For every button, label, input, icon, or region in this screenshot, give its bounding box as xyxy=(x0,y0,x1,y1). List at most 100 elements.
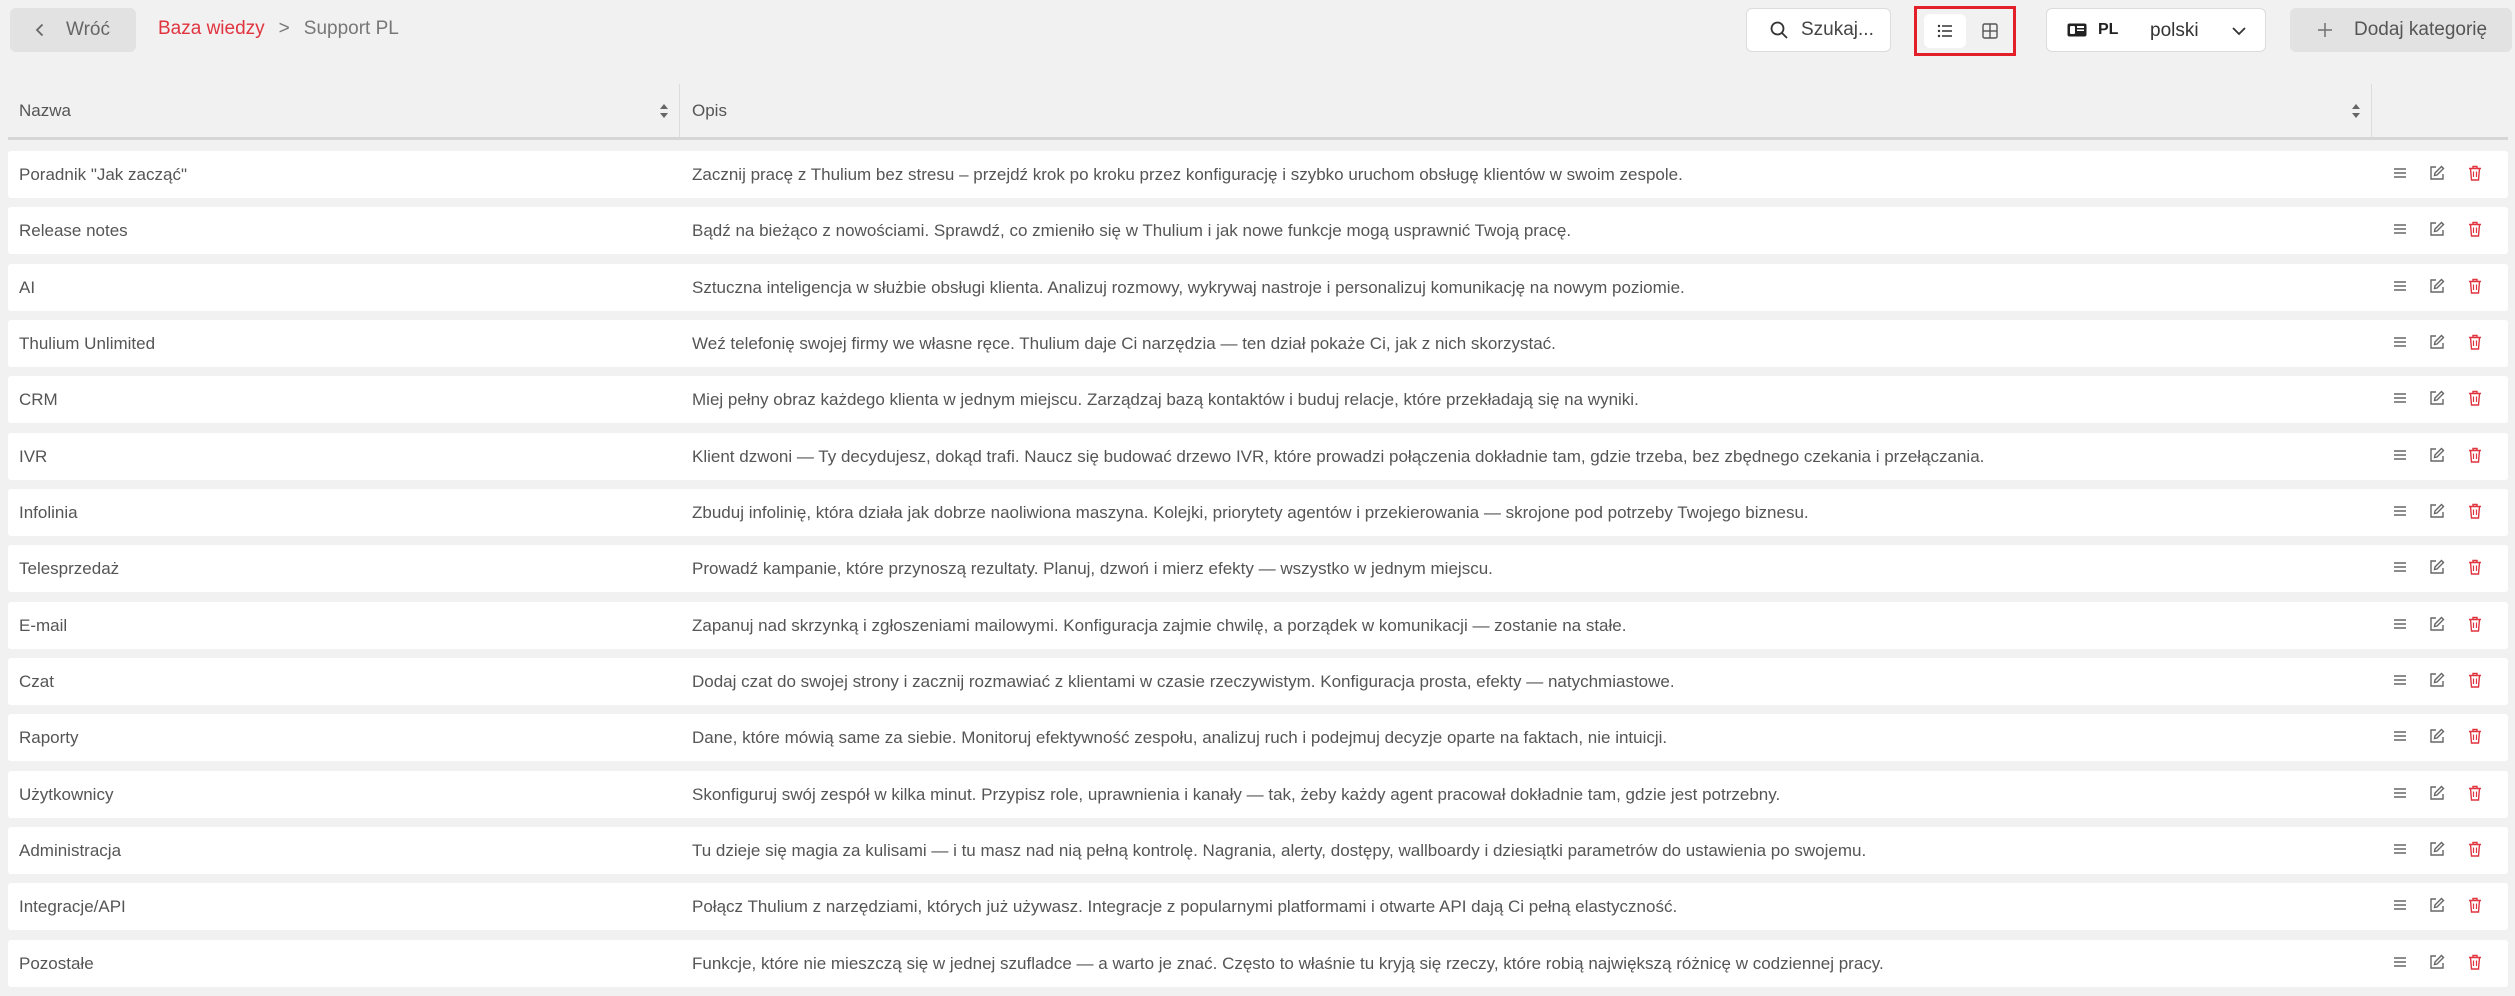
column-header-actions xyxy=(2372,84,2508,137)
trash-icon xyxy=(2469,503,2481,519)
table-row[interactable]: Infolinia Zbuduj infolinię, która działa … xyxy=(8,489,2508,537)
drag-handle[interactable] xyxy=(2391,896,2411,916)
edit-button[interactable] xyxy=(2428,953,2448,973)
edit-icon xyxy=(2430,503,2445,518)
category-description: Funkcje, które nie mieszczą się w jednej… xyxy=(692,953,1884,973)
drag-handle[interactable] xyxy=(2391,389,2411,409)
trash-icon xyxy=(2469,841,2481,857)
delete-button[interactable] xyxy=(2466,277,2486,297)
drag-handle-icon xyxy=(2394,957,2406,967)
column-header-name[interactable]: Nazwa xyxy=(8,84,680,137)
delete-button[interactable] xyxy=(2466,558,2486,578)
drag-handle[interactable] xyxy=(2391,502,2411,522)
drag-handle[interactable] xyxy=(2391,615,2411,635)
drag-handle-icon xyxy=(2394,562,2406,573)
edit-button[interactable] xyxy=(2428,164,2448,184)
delete-button[interactable] xyxy=(2466,727,2486,747)
category-name: Pozostałe xyxy=(19,953,94,973)
edit-button[interactable] xyxy=(2428,333,2448,353)
table-row[interactable]: Poradnik "Jak zacząć" Zacznij pracę z Thu… xyxy=(8,151,2508,198)
table-row[interactable]: Raporty Dane, które mówią same za siebie.… xyxy=(8,714,2508,762)
edit-button[interactable] xyxy=(2428,558,2448,578)
category-description: Zapanuj nad skrzynką i zgłoszeniami mail… xyxy=(692,615,1627,635)
sort-icon[interactable] xyxy=(659,102,669,120)
table-row[interactable]: Czat Dodaj czat do swojej strony i zaczni… xyxy=(8,658,2508,706)
delete-button[interactable] xyxy=(2466,502,2486,522)
add-category-button[interactable]: Dodaj kategorię xyxy=(2290,8,2512,52)
category-description: Połącz Thulium z narzędziami, których ju… xyxy=(692,897,1678,917)
language-select[interactable]: PL polski xyxy=(2046,8,2266,52)
table-row[interactable]: E-mail Zapanuj nad skrzynką i zgłoszeniam… xyxy=(8,601,2508,649)
language-name: polski xyxy=(2150,20,2199,41)
table-row[interactable]: Release notes Bądź na bieżąco z nowościam… xyxy=(8,207,2508,255)
table-row[interactable]: Użytkownicy Skonfiguruj swój zespół w kil… xyxy=(8,770,2508,818)
breadcrumb: Baza wiedzy > Support PL xyxy=(158,18,399,40)
delete-button[interactable] xyxy=(2466,220,2486,240)
edit-button[interactable] xyxy=(2428,220,2448,240)
edit-button[interactable] xyxy=(2428,727,2448,747)
delete-button[interactable] xyxy=(2466,389,2486,409)
grid-view-button[interactable] xyxy=(1969,14,2011,48)
delete-button[interactable] xyxy=(2466,333,2486,353)
table-row[interactable]: AI Sztuczna inteligencja w służbie obsług… xyxy=(8,263,2508,311)
category-name: Poradnik "Jak zacząć" xyxy=(19,165,187,184)
delete-button[interactable] xyxy=(2466,896,2486,916)
drag-handle[interactable] xyxy=(2391,784,2411,804)
delete-button[interactable] xyxy=(2466,784,2486,804)
delete-button[interactable] xyxy=(2466,671,2486,691)
column-header-description[interactable]: Opis xyxy=(680,84,2372,137)
edit-icon xyxy=(2430,165,2445,180)
edit-icon xyxy=(2430,221,2445,237)
delete-button[interactable] xyxy=(2466,953,2486,973)
drag-handle[interactable] xyxy=(2391,558,2411,578)
category-name: Czat xyxy=(19,672,54,692)
edit-button[interactable] xyxy=(2428,784,2448,804)
delete-button[interactable] xyxy=(2466,840,2486,860)
drag-handle[interactable] xyxy=(2391,333,2411,353)
drag-handle-icon xyxy=(2394,788,2406,798)
table-row[interactable]: Administracja Tu dzieje się magia za kuli… xyxy=(8,827,2508,875)
edit-icon xyxy=(2430,728,2445,744)
drag-handle-icon xyxy=(2394,506,2406,516)
sort-icon[interactable] xyxy=(2351,102,2361,120)
table-row[interactable]: Pozostałe Funkcje, które nie mieszczą się… xyxy=(8,939,2508,987)
trash-icon xyxy=(2469,898,2481,914)
trash-icon xyxy=(2469,334,2481,350)
trash-icon xyxy=(2469,560,2481,576)
edit-button[interactable] xyxy=(2428,615,2448,635)
drag-handle[interactable] xyxy=(2391,446,2411,466)
list-view-button[interactable] xyxy=(1924,14,1966,48)
edit-button[interactable] xyxy=(2428,671,2448,691)
edit-button[interactable] xyxy=(2428,502,2448,522)
edit-button[interactable] xyxy=(2428,446,2448,466)
delete-button[interactable] xyxy=(2466,164,2486,184)
back-button[interactable]: Wróć xyxy=(10,8,136,52)
edit-button[interactable] xyxy=(2428,389,2448,409)
delete-button[interactable] xyxy=(2466,615,2486,635)
drag-handle-icon xyxy=(2394,280,2406,291)
breadcrumb-root-link[interactable]: Baza wiedzy xyxy=(158,18,265,40)
drag-handle[interactable] xyxy=(2391,277,2411,297)
drag-handle[interactable] xyxy=(2391,840,2411,860)
drag-handle[interactable] xyxy=(2391,727,2411,747)
edit-button[interactable] xyxy=(2428,277,2448,297)
search-button[interactable]: Szukaj... xyxy=(1746,8,1891,52)
table-row[interactable]: Telesprzedaż Prowadź kampanie, które przy… xyxy=(8,545,2508,593)
table-row[interactable]: IVR Klient dzwoni — Ty decydujesz, dokąd … xyxy=(8,432,2508,480)
drag-handle-icon xyxy=(2394,900,2406,911)
edit-button[interactable] xyxy=(2428,840,2448,860)
category-name: Telesprzedaż xyxy=(19,559,120,579)
table-row[interactable]: Thulium Unlimited Weź telefonię swojej fi… xyxy=(8,320,2508,368)
table-row[interactable]: CRM Miej pełny obraz każdego klienta w je… xyxy=(8,376,2508,424)
category-name: Integracje/API xyxy=(19,897,126,917)
grid-icon xyxy=(1982,23,1998,39)
edit-button[interactable] xyxy=(2428,896,2448,916)
drag-handle[interactable] xyxy=(2391,671,2411,691)
drag-handle[interactable] xyxy=(2391,164,2411,184)
drag-handle[interactable] xyxy=(2391,220,2411,240)
edit-icon xyxy=(2430,954,2445,969)
edit-icon xyxy=(2430,616,2445,631)
table-row[interactable]: Integracje/API Połącz Thulium z narzędzia… xyxy=(8,883,2508,931)
delete-button[interactable] xyxy=(2466,446,2486,466)
drag-handle[interactable] xyxy=(2391,953,2411,973)
